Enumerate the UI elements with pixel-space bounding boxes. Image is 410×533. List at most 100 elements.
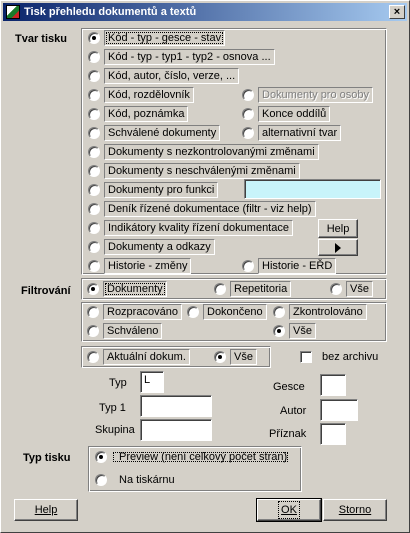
autor-label: Autor	[280, 405, 307, 417]
radio-indicator[interactable]	[88, 241, 100, 253]
radio-na-tiskarnu[interactable]: Na tiskárnu	[95, 471, 178, 489]
radio-stav-vse-label: Vše	[289, 323, 316, 339]
bez-archivu-checkbox[interactable]: bez archivu	[300, 348, 378, 366]
help-button[interactable]: Help	[14, 499, 78, 521]
gesce-input[interactable]	[320, 374, 346, 396]
radio-indicator[interactable]	[242, 108, 254, 120]
radio-stav-schvaleno-label: Schváleno	[103, 323, 163, 339]
radio-tvar-1[interactable]: Kód - typ - typ1 - typ2 - osnova ...	[88, 48, 275, 66]
radio-tvar-11[interactable]: Dokumenty a odkazy	[88, 238, 215, 256]
radio-na-tiskarnu-label: Na tiskárnu	[111, 473, 178, 487]
checkbox-box[interactable]	[300, 351, 312, 363]
radio-tvar-5-label: Schválené dokumenty	[104, 125, 221, 141]
radio-indicator[interactable]	[242, 89, 254, 101]
help-button-label: Help	[34, 504, 58, 516]
radio-indicator[interactable]	[88, 165, 100, 177]
radio-stav-rozpracovano-label: Rozpracováno	[103, 304, 182, 320]
radio-indicator[interactable]	[95, 474, 107, 486]
radio-tvar-4[interactable]: Kód, poznámka	[88, 105, 189, 123]
radio-aktualni-vse[interactable]: Vše	[214, 348, 257, 366]
radio-indicator[interactable]	[88, 184, 100, 196]
radio-filtr-repetitoria[interactable]: Repetitoria	[214, 280, 292, 298]
radio-stav-rozpracovano[interactable]: Rozpracováno	[87, 303, 182, 321]
radio-indicator[interactable]	[214, 283, 226, 295]
radio-tvar-6[interactable]: Dokumenty s nezkontrolovanými změnami	[88, 143, 319, 161]
bez-archivu-label: bez archivu	[322, 351, 379, 363]
radio-stav-dokonceno-label: Dokončeno	[203, 304, 267, 320]
tvar-tisku-label: Tvar tisku	[15, 33, 67, 45]
radio-stav-zkontrolovano[interactable]: Zkontrolováno	[273, 303, 367, 321]
radio-indicator[interactable]	[87, 351, 99, 363]
radio-tvar-2[interactable]: Kód, autor, číslo, verze, ...	[88, 67, 240, 85]
radio-tvar-9[interactable]: Deník řízené dokumentace (filtr - viz he…	[88, 200, 316, 218]
tvar-help-button[interactable]: Help	[318, 219, 358, 238]
radio-aktualni-vse-label: Vše	[230, 349, 257, 365]
title-bar[interactable]: Tisk přehledu dokumentů a textů ×	[3, 3, 407, 21]
radio-indicator[interactable]	[87, 283, 99, 295]
radio-indicator[interactable]	[187, 306, 199, 318]
radio-filtr-vse[interactable]: Vše	[330, 280, 373, 298]
radio-tvar-8[interactable]: Dokumenty pro funkci	[88, 181, 219, 199]
radio-tvar-10-label: Indikátory kvality řízení dokumentace	[104, 220, 293, 236]
radio-indicator[interactable]	[273, 306, 285, 318]
radio-tvar-5[interactable]: Schválené dokumenty	[88, 124, 221, 142]
radio-dokumenty-pro-osoby[interactable]: Dokumenty pro osoby	[242, 86, 373, 104]
radio-tvar-12[interactable]: Historie - změny	[88, 257, 192, 275]
radio-preview-label: Preview (není celkový počet stran)	[111, 450, 291, 464]
radio-indicator[interactable]	[88, 51, 100, 63]
radio-indicator[interactable]	[88, 89, 100, 101]
radio-tvar-3[interactable]: Kód, rozdělovník	[88, 86, 194, 104]
radio-indicator[interactable]	[87, 306, 99, 318]
radio-preview[interactable]: Preview (není celkový počet stran)	[95, 448, 291, 466]
window-title: Tisk přehledu dokumentů a textů	[24, 6, 197, 18]
radio-stav-vse[interactable]: Vše	[273, 322, 316, 340]
radio-indicator[interactable]	[88, 203, 100, 215]
radio-indicator[interactable]	[330, 283, 342, 295]
radio-tvar-0[interactable]: Kód - typ - gesce - stav	[88, 29, 226, 47]
typ1-input[interactable]	[140, 395, 212, 417]
radio-tvar-6-label: Dokumenty s nezkontrolovanými změnami	[104, 144, 319, 160]
skupina-label: Skupina	[95, 424, 135, 436]
filtrovani-label: Filtrování	[21, 285, 71, 297]
radio-tvar-10[interactable]: Indikátory kvality řízení dokumentace	[88, 219, 293, 237]
radio-indicator[interactable]	[88, 127, 100, 139]
radio-indicator[interactable]	[87, 325, 99, 337]
radio-indicator[interactable]	[214, 351, 226, 363]
typ-label: Typ	[109, 377, 127, 389]
pro-funkci-input[interactable]	[244, 179, 381, 199]
radio-tvar-12-label: Historie - změny	[104, 258, 192, 274]
close-button[interactable]: ×	[389, 5, 405, 19]
radio-tvar-2-label: Kód, autor, číslo, verze, ...	[104, 68, 240, 84]
radio-filtr-repetitoria-label: Repetitoria	[230, 281, 292, 297]
play-arrow-icon	[335, 242, 341, 253]
radio-aktualni-dokum[interactable]: Aktuální dokum.	[87, 348, 190, 366]
storno-button[interactable]: Storno	[323, 499, 387, 521]
radio-indicator[interactable]	[95, 451, 107, 463]
radio-stav-schvaleno[interactable]: Schváleno	[87, 322, 163, 340]
priznak-input[interactable]	[320, 423, 346, 445]
priznak-label: Příznak	[269, 428, 307, 440]
radio-indicator[interactable]	[88, 32, 100, 44]
radio-konce-oddilu[interactable]: Konce oddílů	[242, 105, 331, 123]
radio-dokumenty-pro-osoby-label: Dokumenty pro osoby	[258, 87, 373, 103]
radio-tvar-7[interactable]: Dokumenty s neschválenými změnami	[88, 162, 300, 180]
radio-indicator[interactable]	[88, 108, 100, 120]
radio-historie-erd[interactable]: Historie - EŘD	[242, 257, 337, 275]
skupina-input[interactable]	[140, 419, 212, 441]
radio-indicator[interactable]	[273, 325, 285, 337]
radio-filtr-vse-label: Vše	[346, 281, 373, 297]
radio-stav-dokonceno[interactable]: Dokončeno	[187, 303, 267, 321]
radio-alternativni-tvar[interactable]: alternativní tvar	[242, 124, 342, 142]
arrow-button[interactable]	[318, 239, 358, 256]
radio-indicator[interactable]	[242, 127, 254, 139]
radio-indicator[interactable]	[88, 146, 100, 158]
ok-button[interactable]: OK	[256, 498, 322, 522]
autor-input[interactable]	[320, 399, 358, 421]
radio-indicator[interactable]	[242, 260, 254, 272]
typ-input[interactable]: L	[140, 371, 164, 393]
radio-indicator[interactable]	[88, 70, 100, 82]
radio-indicator[interactable]	[88, 260, 100, 272]
radio-filtr-dokumenty[interactable]: Dokumenty	[87, 280, 167, 298]
radio-tvar-9-label: Deník řízené dokumentace (filtr - viz he…	[104, 201, 316, 217]
radio-indicator[interactable]	[88, 222, 100, 234]
